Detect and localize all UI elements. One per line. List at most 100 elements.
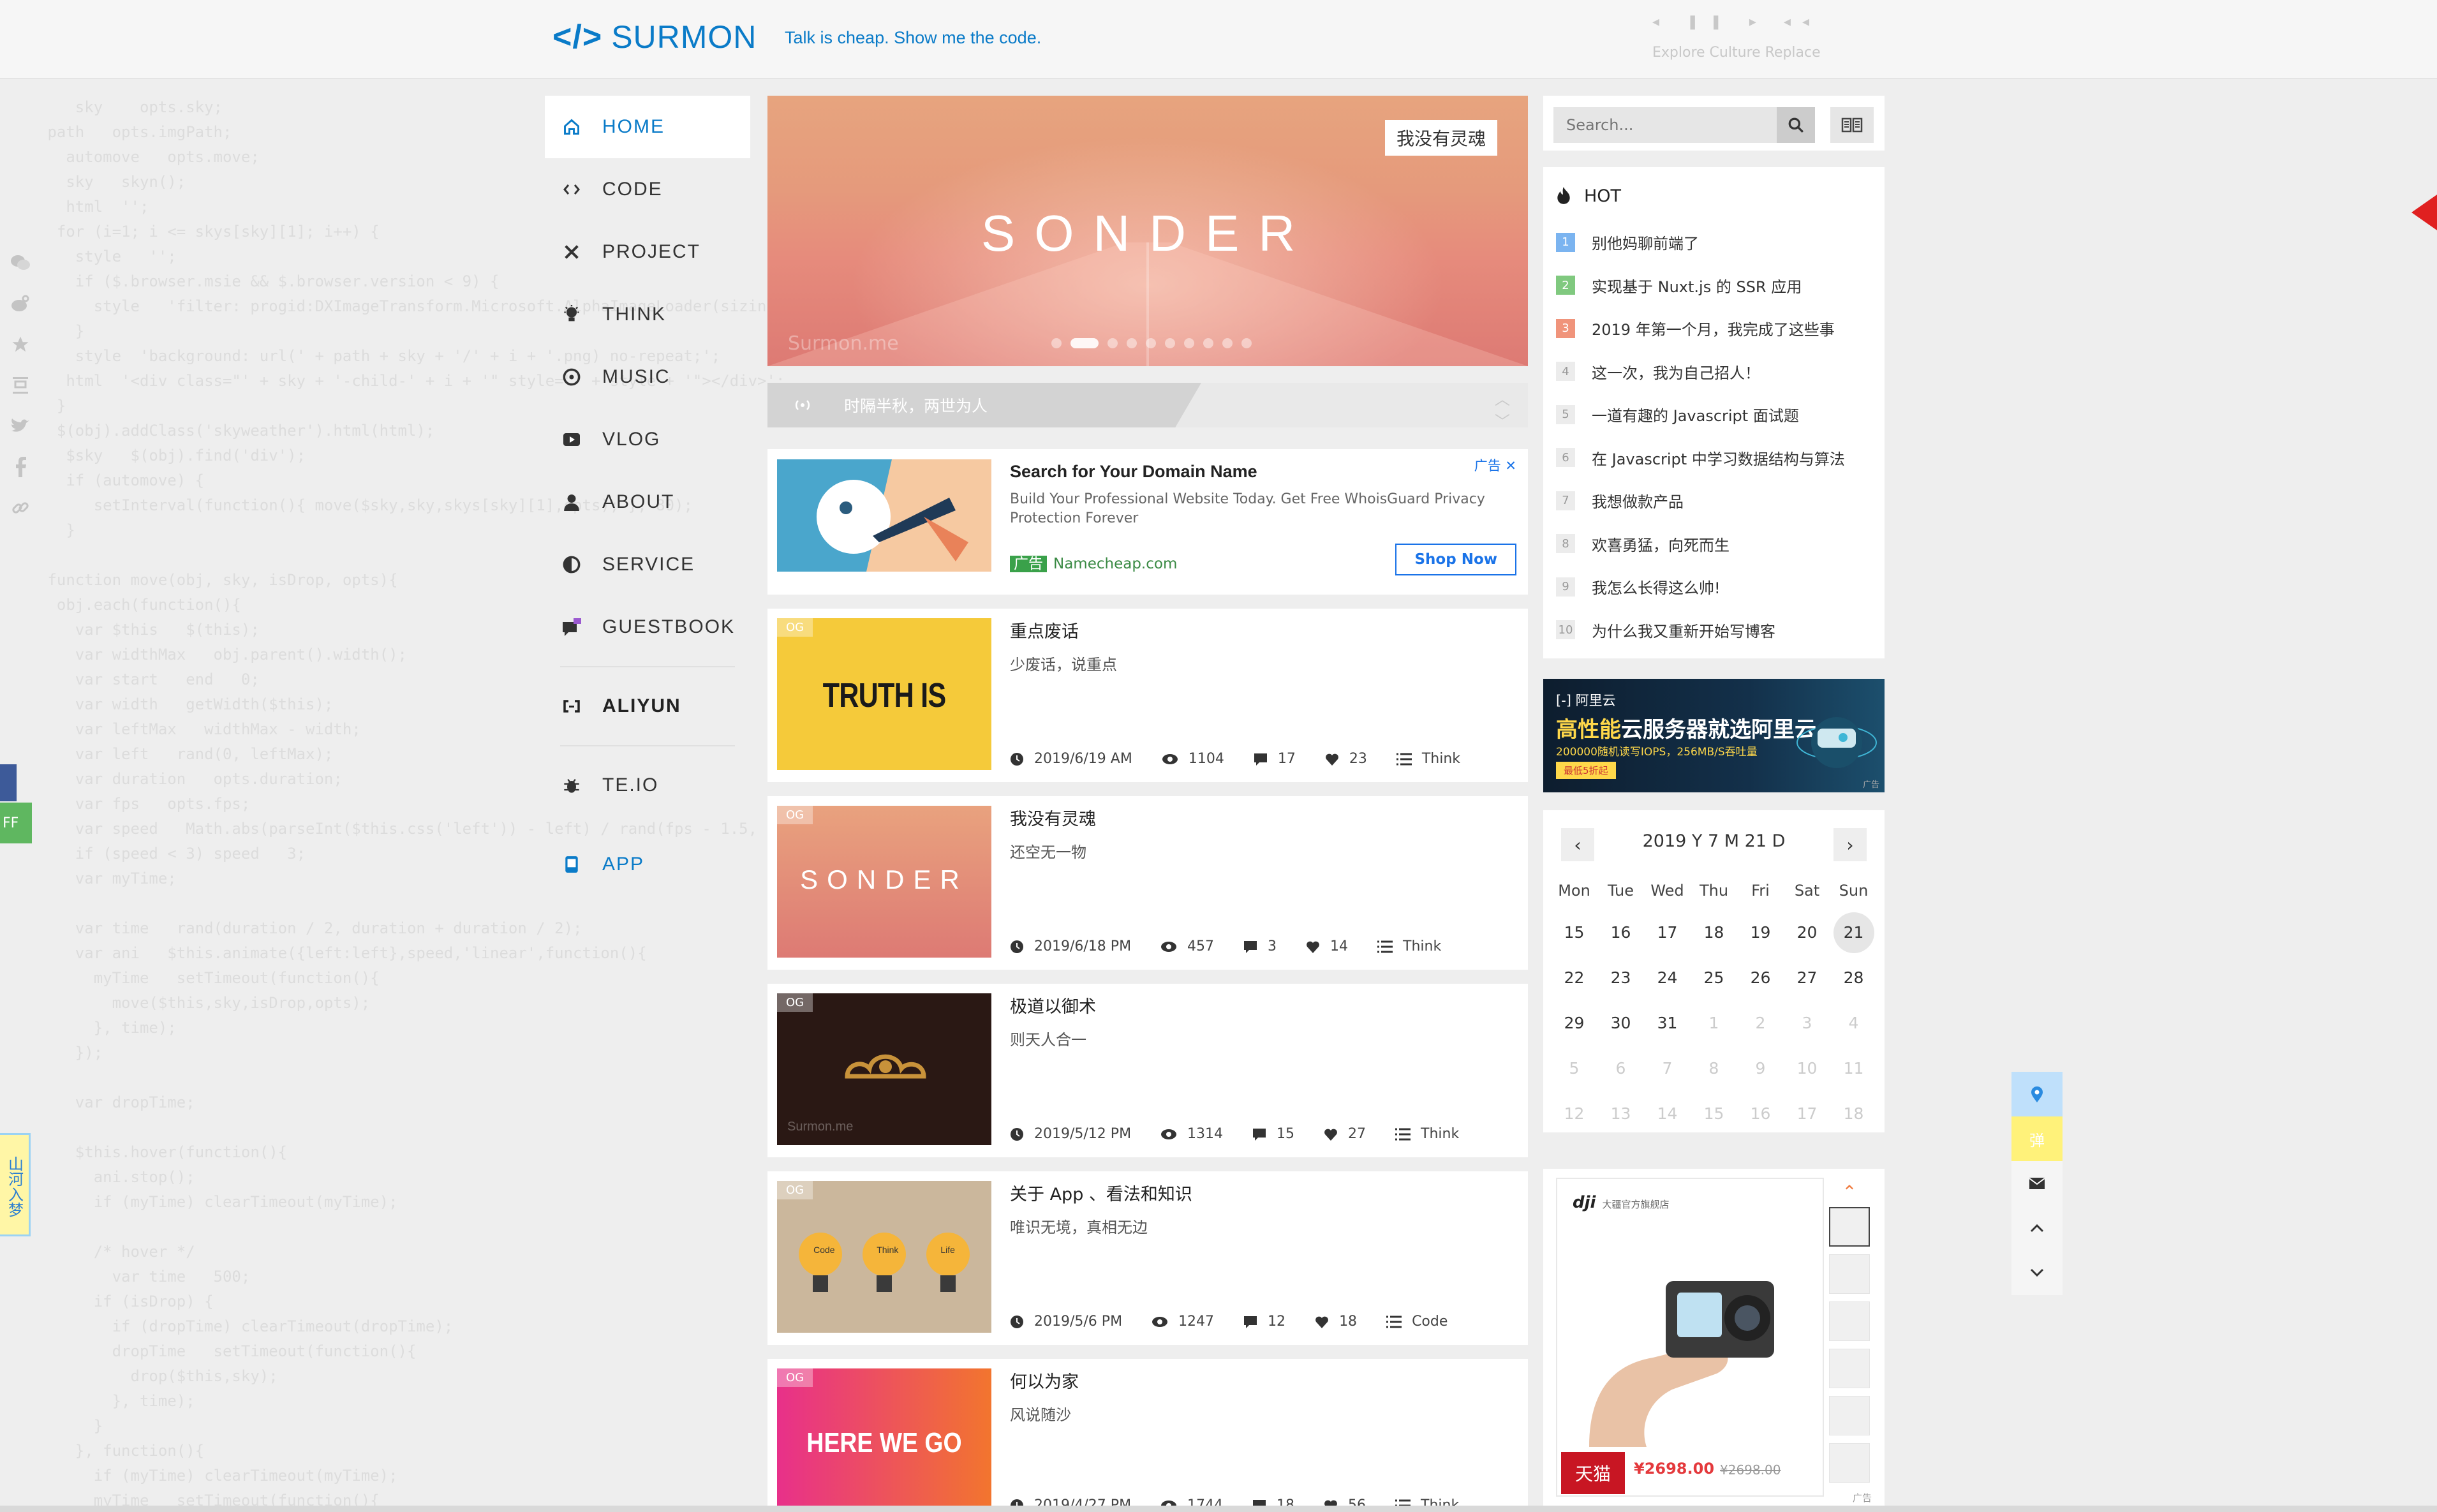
- carousel-dot[interactable]: [1051, 338, 1062, 348]
- article-card[interactable]: TRUTH IS OG 重点废话 少废话，说重点 2019/6/19 AM 11…: [767, 609, 1528, 782]
- search-input[interactable]: [1553, 107, 1777, 143]
- music-player-controls[interactable]: ◂ ❚❚ ▸ ◂◂: [1652, 14, 1821, 30]
- left-side-tag[interactable]: 山河入梦: [0, 1133, 31, 1236]
- nav-item-service[interactable]: SERVICE: [545, 533, 750, 596]
- next-month-button[interactable]: ›: [1833, 828, 1867, 861]
- calendar-day[interactable]: 16: [1737, 1091, 1784, 1136]
- carousel-dot[interactable]: [1146, 338, 1156, 348]
- nav-item-guestbook[interactable]: GUESTBOOK: [545, 596, 750, 658]
- calendar-day[interactable]: 8: [1691, 1046, 1737, 1091]
- calendar-day[interactable]: 15: [1691, 1091, 1737, 1136]
- calendar-day[interactable]: 4: [1830, 1000, 1877, 1046]
- calendar-day[interactable]: 15: [1551, 910, 1597, 955]
- calendar-day[interactable]: 11: [1830, 1046, 1877, 1091]
- article-title[interactable]: 关于 App 、看法和知识: [1010, 1180, 1192, 1205]
- calendar-day-today[interactable]: 21: [1830, 910, 1877, 955]
- chevron-up-icon[interactable]: ⌃: [1829, 1182, 1870, 1203]
- article-thumbnail[interactable]: HERE WE GO: [777, 1368, 991, 1507]
- calendar-day[interactable]: 25: [1691, 955, 1737, 1000]
- article-category[interactable]: Think: [1377, 938, 1441, 954]
- hot-article-item[interactable]: 10 为什么我又重新开始写博客: [1543, 609, 1885, 652]
- carousel-dot[interactable]: [1127, 338, 1137, 348]
- calendar-day[interactable]: 17: [1644, 910, 1691, 955]
- nav-item-project[interactable]: PROJECT: [545, 221, 750, 283]
- carousel-dot[interactable]: [1203, 338, 1213, 348]
- banner-carousel[interactable]: SONDER 我没有灵魂 Surmon.me: [767, 96, 1528, 366]
- product-card[interactable]: dji 大疆官方旗舰店 天猫 ¥2698.00 ¥2698.00: [1556, 1178, 1824, 1497]
- nav-item-about[interactable]: ABOUT: [545, 471, 750, 533]
- calendar-day[interactable]: 14: [1644, 1091, 1691, 1136]
- article-thumbnail[interactable]: TRUTH IS: [777, 618, 991, 770]
- hot-article-item[interactable]: 7 我想做款产品: [1543, 479, 1885, 523]
- hot-article-item[interactable]: 1 别他妈聊前端了: [1543, 221, 1885, 264]
- calendar-day[interactable]: 9: [1737, 1046, 1784, 1091]
- calendar-day[interactable]: 3: [1784, 1000, 1830, 1046]
- carousel-dot[interactable]: [1070, 338, 1099, 348]
- nav-item-teio[interactable]: TE.IO: [545, 754, 750, 817]
- product-thumb[interactable]: [1829, 1207, 1870, 1247]
- sponsored-ad-card[interactable]: Search for Your Domain Name Build Your P…: [767, 449, 1528, 595]
- barrage-button[interactable]: 弹: [2011, 1116, 2063, 1161]
- nav-item-app[interactable]: APP: [545, 833, 750, 896]
- hot-article-item[interactable]: 9 我怎么长得这么帅!: [1543, 565, 1885, 609]
- nav-item-home[interactable]: HOME: [545, 96, 750, 158]
- star-icon[interactable]: [6, 330, 34, 359]
- carousel-dot[interactable]: [1107, 338, 1118, 348]
- mail-button[interactable]: [2011, 1161, 2063, 1206]
- calendar-day[interactable]: 10: [1784, 1046, 1830, 1091]
- calendar-day[interactable]: 2: [1737, 1000, 1784, 1046]
- hot-article-item[interactable]: 6 在 Javascript 中学习数据结构与算法: [1543, 436, 1885, 480]
- search-button[interactable]: [1777, 107, 1815, 143]
- nav-item-vlog[interactable]: VLOG: [545, 408, 750, 471]
- scroll-top-button[interactable]: [2011, 1206, 2063, 1250]
- calendar-day[interactable]: 31: [1644, 1000, 1691, 1046]
- chevron-up-icon[interactable]: ︿ ﹀: [1495, 387, 1510, 431]
- product-thumb[interactable]: [1829, 1254, 1870, 1294]
- article-title[interactable]: 我没有灵魂: [1010, 805, 1096, 830]
- article-thumbnail[interactable]: SONDER: [777, 806, 991, 958]
- calendar-day[interactable]: 24: [1644, 955, 1691, 1000]
- bottom-scrollbar[interactable]: [0, 1506, 2437, 1512]
- calendar-day[interactable]: 17: [1784, 1091, 1830, 1136]
- nav-item-aliyun[interactable]: ALIYUN: [545, 675, 750, 737]
- nav-item-code[interactable]: CODE: [545, 158, 750, 221]
- calendar-day[interactable]: 13: [1597, 1091, 1644, 1136]
- article-category[interactable]: Think: [1396, 751, 1460, 767]
- link-icon[interactable]: [6, 494, 34, 522]
- close-icon[interactable]: ✕: [1505, 458, 1516, 473]
- product-ad[interactable]: dji 大疆官方旗舰店 天猫 ¥2698.00 ¥2698.00 ⌃ 广告: [1543, 1169, 1885, 1506]
- article-category[interactable]: Think: [1395, 1126, 1459, 1142]
- article-title[interactable]: 何以为家: [1010, 1368, 1079, 1393]
- action-camera-image[interactable]: [1576, 1236, 1787, 1447]
- calendar-day[interactable]: 29: [1551, 1000, 1597, 1046]
- calendar-day[interactable]: 26: [1737, 955, 1784, 1000]
- calendar-day[interactable]: 18: [1830, 1091, 1877, 1136]
- article-thumbnail[interactable]: Code Think Life: [777, 1181, 991, 1333]
- facebook-icon[interactable]: [6, 453, 34, 481]
- hot-article-item[interactable]: 5 一道有趣的 Javascript 面试题: [1543, 393, 1885, 436]
- article-card[interactable]: Code Think Life OG 关于 App 、看法和知识 唯识无境，真相…: [767, 1171, 1528, 1345]
- calendar-day[interactable]: 7: [1644, 1046, 1691, 1091]
- carousel-dot[interactable]: [1241, 338, 1252, 348]
- calendar-day[interactable]: 1: [1691, 1000, 1737, 1046]
- hot-article-item[interactable]: 4 这一次，我为自己招人！: [1543, 350, 1885, 394]
- ad-image[interactable]: [777, 459, 991, 572]
- carousel-dot[interactable]: [1222, 338, 1233, 348]
- ad-source[interactable]: 广告 Namecheap.com: [1010, 551, 1177, 573]
- article-thumbnail[interactable]: Surmon.me: [777, 993, 991, 1145]
- calendar-day[interactable]: 12: [1551, 1091, 1597, 1136]
- calendar-day[interactable]: 20: [1784, 910, 1830, 955]
- aliyun-ad-banner[interactable]: [-] 阿里云 高性能云服务器就选阿里云 200000随机读写IOPS，256M…: [1543, 679, 1885, 792]
- product-thumb[interactable]: [1829, 1396, 1870, 1435]
- left-side-tab-green[interactable]: FF: [0, 803, 32, 843]
- calendar-day[interactable]: 27: [1784, 955, 1830, 1000]
- right-edge-tab[interactable]: [2411, 195, 2437, 230]
- ad-title[interactable]: Search for Your Domain Name: [1010, 462, 1257, 482]
- location-button[interactable]: [2011, 1072, 2063, 1116]
- hot-article-item[interactable]: 3 2019 年第一个月，我完成了这些事: [1543, 307, 1885, 350]
- calendar-day[interactable]: 28: [1830, 955, 1877, 1000]
- banner-badge[interactable]: 我没有灵魂: [1384, 120, 1497, 156]
- nav-item-music[interactable]: MUSIC: [545, 346, 750, 408]
- article-title[interactable]: 重点废话: [1010, 618, 1079, 642]
- carousel-dot[interactable]: [1165, 338, 1175, 348]
